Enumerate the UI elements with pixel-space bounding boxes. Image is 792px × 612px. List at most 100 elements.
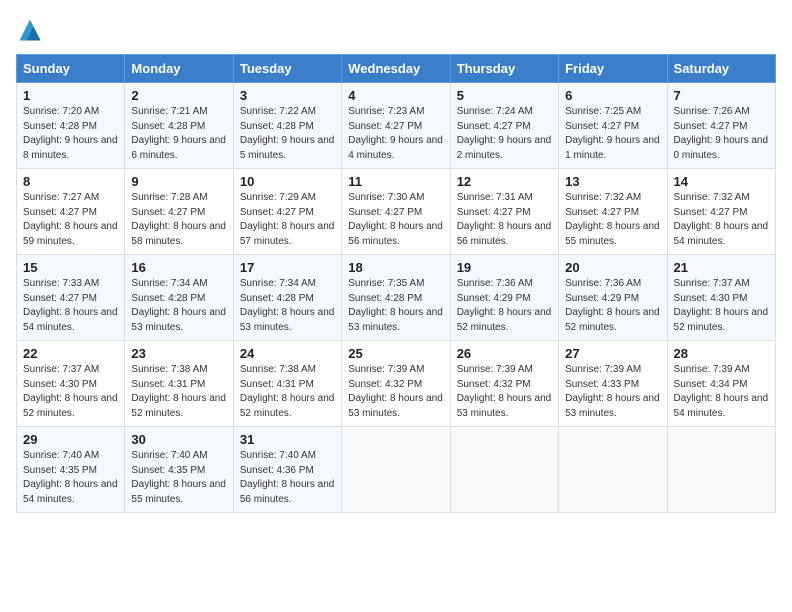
day-info: Sunrise: 7:29 AMSunset: 4:27 PMDaylight:… <box>240 191 335 249</box>
day-info: Sunrise: 7:39 AMSunset: 4:34 PMDaylight:… <box>674 363 769 421</box>
calendar-cell: 15 Sunrise: 7:33 AMSunset: 4:27 PMDaylig… <box>17 255 125 341</box>
day-number: 24 <box>240 346 335 361</box>
logo-icon <box>16 16 44 44</box>
day-info: Sunrise: 7:27 AMSunset: 4:27 PMDaylight:… <box>23 191 118 249</box>
day-info: Sunrise: 7:28 AMSunset: 4:27 PMDaylight:… <box>131 191 226 249</box>
day-number: 4 <box>348 88 443 103</box>
day-info: Sunrise: 7:24 AMSunset: 4:27 PMDaylight:… <box>457 105 552 163</box>
day-info: Sunrise: 7:26 AMSunset: 4:27 PMDaylight:… <box>674 105 769 163</box>
calendar-header: SundayMondayTuesdayWednesdayThursdayFrid… <box>17 55 776 83</box>
calendar-week-3: 15 Sunrise: 7:33 AMSunset: 4:27 PMDaylig… <box>17 255 776 341</box>
weekday-header-row: SundayMondayTuesdayWednesdayThursdayFrid… <box>17 55 776 83</box>
calendar-cell: 28 Sunrise: 7:39 AMSunset: 4:34 PMDaylig… <box>667 341 775 427</box>
day-info: Sunrise: 7:35 AMSunset: 4:28 PMDaylight:… <box>348 277 443 335</box>
day-info: Sunrise: 7:39 AMSunset: 4:32 PMDaylight:… <box>348 363 443 421</box>
day-number: 15 <box>23 260 118 275</box>
day-number: 14 <box>674 174 769 189</box>
calendar-cell: 12 Sunrise: 7:31 AMSunset: 4:27 PMDaylig… <box>450 169 558 255</box>
day-info: Sunrise: 7:39 AMSunset: 4:33 PMDaylight:… <box>565 363 660 421</box>
day-number: 29 <box>23 432 118 447</box>
calendar-cell: 5 Sunrise: 7:24 AMSunset: 4:27 PMDayligh… <box>450 83 558 169</box>
calendar-body: 1 Sunrise: 7:20 AMSunset: 4:28 PMDayligh… <box>17 83 776 513</box>
calendar-cell: 13 Sunrise: 7:32 AMSunset: 4:27 PMDaylig… <box>559 169 667 255</box>
day-number: 20 <box>565 260 660 275</box>
calendar-cell: 2 Sunrise: 7:21 AMSunset: 4:28 PMDayligh… <box>125 83 233 169</box>
calendar-cell: 19 Sunrise: 7:36 AMSunset: 4:29 PMDaylig… <box>450 255 558 341</box>
day-number: 12 <box>457 174 552 189</box>
calendar-cell: 1 Sunrise: 7:20 AMSunset: 4:28 PMDayligh… <box>17 83 125 169</box>
calendar-cell: 4 Sunrise: 7:23 AMSunset: 4:27 PMDayligh… <box>342 83 450 169</box>
calendar-cell: 18 Sunrise: 7:35 AMSunset: 4:28 PMDaylig… <box>342 255 450 341</box>
day-number: 10 <box>240 174 335 189</box>
day-number: 26 <box>457 346 552 361</box>
calendar-cell: 23 Sunrise: 7:38 AMSunset: 4:31 PMDaylig… <box>125 341 233 427</box>
weekday-header-sunday: Sunday <box>17 55 125 83</box>
weekday-header-thursday: Thursday <box>450 55 558 83</box>
calendar-cell: 9 Sunrise: 7:28 AMSunset: 4:27 PMDayligh… <box>125 169 233 255</box>
day-info: Sunrise: 7:36 AMSunset: 4:29 PMDaylight:… <box>457 277 552 335</box>
calendar-cell: 31 Sunrise: 7:40 AMSunset: 4:36 PMDaylig… <box>233 427 341 513</box>
calendar-cell <box>559 427 667 513</box>
calendar-cell: 8 Sunrise: 7:27 AMSunset: 4:27 PMDayligh… <box>17 169 125 255</box>
day-info: Sunrise: 7:32 AMSunset: 4:27 PMDaylight:… <box>674 191 769 249</box>
calendar-cell: 22 Sunrise: 7:37 AMSunset: 4:30 PMDaylig… <box>17 341 125 427</box>
day-info: Sunrise: 7:34 AMSunset: 4:28 PMDaylight:… <box>131 277 226 335</box>
weekday-header-tuesday: Tuesday <box>233 55 341 83</box>
calendar-cell: 24 Sunrise: 7:38 AMSunset: 4:31 PMDaylig… <box>233 341 341 427</box>
weekday-header-saturday: Saturday <box>667 55 775 83</box>
calendar-cell: 7 Sunrise: 7:26 AMSunset: 4:27 PMDayligh… <box>667 83 775 169</box>
calendar-week-4: 22 Sunrise: 7:37 AMSunset: 4:30 PMDaylig… <box>17 341 776 427</box>
weekday-header-friday: Friday <box>559 55 667 83</box>
day-info: Sunrise: 7:30 AMSunset: 4:27 PMDaylight:… <box>348 191 443 249</box>
day-number: 23 <box>131 346 226 361</box>
page-header <box>16 16 776 44</box>
calendar-week-5: 29 Sunrise: 7:40 AMSunset: 4:35 PMDaylig… <box>17 427 776 513</box>
calendar-cell: 27 Sunrise: 7:39 AMSunset: 4:33 PMDaylig… <box>559 341 667 427</box>
day-number: 8 <box>23 174 118 189</box>
day-number: 5 <box>457 88 552 103</box>
day-info: Sunrise: 7:22 AMSunset: 4:28 PMDaylight:… <box>240 105 335 163</box>
day-info: Sunrise: 7:31 AMSunset: 4:27 PMDaylight:… <box>457 191 552 249</box>
day-info: Sunrise: 7:34 AMSunset: 4:28 PMDaylight:… <box>240 277 335 335</box>
weekday-header-wednesday: Wednesday <box>342 55 450 83</box>
day-number: 19 <box>457 260 552 275</box>
day-number: 2 <box>131 88 226 103</box>
day-number: 16 <box>131 260 226 275</box>
day-number: 21 <box>674 260 769 275</box>
calendar-cell <box>450 427 558 513</box>
calendar-cell: 29 Sunrise: 7:40 AMSunset: 4:35 PMDaylig… <box>17 427 125 513</box>
day-number: 7 <box>674 88 769 103</box>
calendar-cell: 25 Sunrise: 7:39 AMSunset: 4:32 PMDaylig… <box>342 341 450 427</box>
day-info: Sunrise: 7:40 AMSunset: 4:35 PMDaylight:… <box>23 449 118 507</box>
day-number: 25 <box>348 346 443 361</box>
day-info: Sunrise: 7:40 AMSunset: 4:35 PMDaylight:… <box>131 449 226 507</box>
calendar-cell <box>342 427 450 513</box>
day-info: Sunrise: 7:39 AMSunset: 4:32 PMDaylight:… <box>457 363 552 421</box>
calendar-cell: 6 Sunrise: 7:25 AMSunset: 4:27 PMDayligh… <box>559 83 667 169</box>
calendar-cell <box>667 427 775 513</box>
calendar-week-1: 1 Sunrise: 7:20 AMSunset: 4:28 PMDayligh… <box>17 83 776 169</box>
day-info: Sunrise: 7:23 AMSunset: 4:27 PMDaylight:… <box>348 105 443 163</box>
day-info: Sunrise: 7:36 AMSunset: 4:29 PMDaylight:… <box>565 277 660 335</box>
day-info: Sunrise: 7:38 AMSunset: 4:31 PMDaylight:… <box>240 363 335 421</box>
calendar-cell: 17 Sunrise: 7:34 AMSunset: 4:28 PMDaylig… <box>233 255 341 341</box>
calendar-cell: 16 Sunrise: 7:34 AMSunset: 4:28 PMDaylig… <box>125 255 233 341</box>
day-number: 28 <box>674 346 769 361</box>
day-number: 3 <box>240 88 335 103</box>
day-info: Sunrise: 7:20 AMSunset: 4:28 PMDaylight:… <box>23 105 118 163</box>
calendar-cell: 30 Sunrise: 7:40 AMSunset: 4:35 PMDaylig… <box>125 427 233 513</box>
day-number: 30 <box>131 432 226 447</box>
day-number: 9 <box>131 174 226 189</box>
day-number: 13 <box>565 174 660 189</box>
calendar-cell: 11 Sunrise: 7:30 AMSunset: 4:27 PMDaylig… <box>342 169 450 255</box>
day-number: 6 <box>565 88 660 103</box>
calendar-cell: 26 Sunrise: 7:39 AMSunset: 4:32 PMDaylig… <box>450 341 558 427</box>
weekday-header-monday: Monday <box>125 55 233 83</box>
day-info: Sunrise: 7:21 AMSunset: 4:28 PMDaylight:… <box>131 105 226 163</box>
day-number: 31 <box>240 432 335 447</box>
calendar-cell: 21 Sunrise: 7:37 AMSunset: 4:30 PMDaylig… <box>667 255 775 341</box>
day-info: Sunrise: 7:40 AMSunset: 4:36 PMDaylight:… <box>240 449 335 507</box>
calendar-cell: 10 Sunrise: 7:29 AMSunset: 4:27 PMDaylig… <box>233 169 341 255</box>
day-number: 27 <box>565 346 660 361</box>
calendar-cell: 14 Sunrise: 7:32 AMSunset: 4:27 PMDaylig… <box>667 169 775 255</box>
